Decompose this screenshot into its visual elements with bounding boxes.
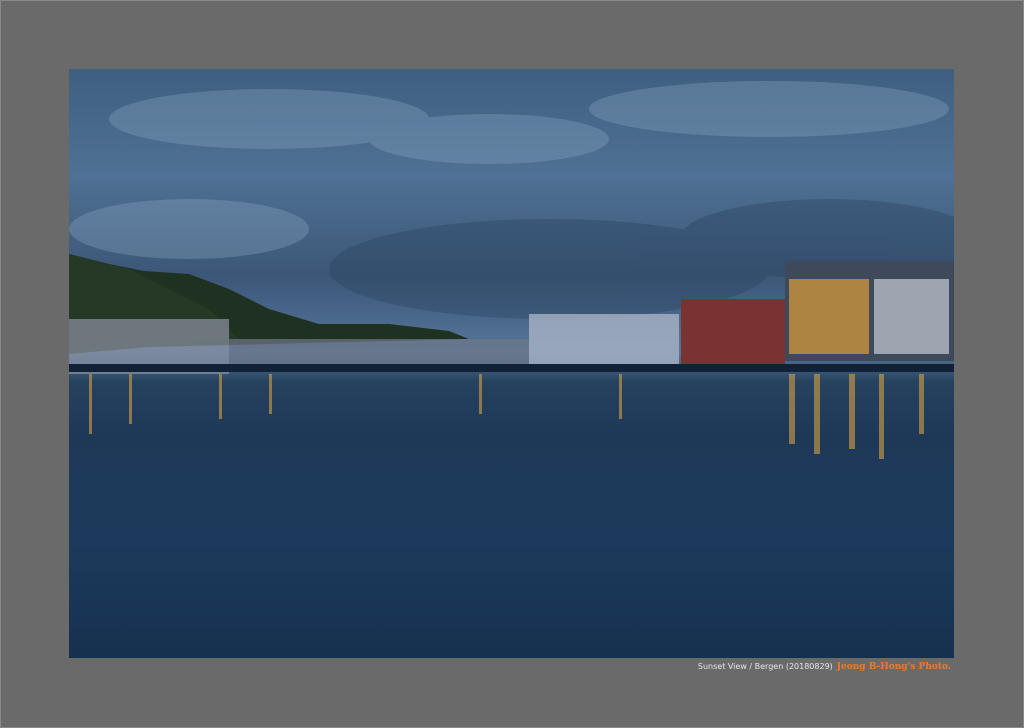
caption-text: Sunset View / Bergen (20180829) xyxy=(697,662,833,671)
photo-caption: Sunset View / Bergen (20180829) Jeong B-H… xyxy=(698,662,951,672)
photo-credit: Jeong B-Hong's Photo. xyxy=(836,662,951,672)
photo-scene xyxy=(69,81,954,459)
reflections xyxy=(89,374,924,459)
harbour-photo xyxy=(69,69,954,658)
red-building xyxy=(681,299,785,364)
